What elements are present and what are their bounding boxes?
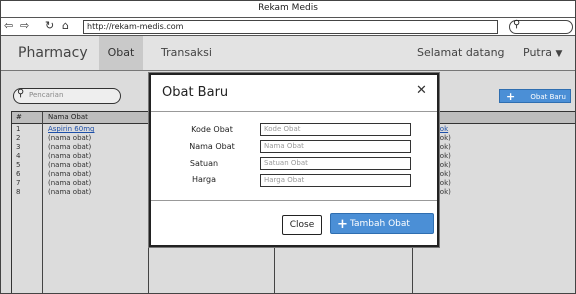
user-menu[interactable]: Putra ▼ bbox=[523, 46, 562, 59]
close-icon[interactable]: ✕ bbox=[416, 83, 427, 98]
url-input[interactable]: http://rekam-medis.com bbox=[83, 20, 498, 34]
plus-icon: + bbox=[506, 90, 516, 103]
user-name: Putra bbox=[523, 46, 552, 59]
row-number: 7 bbox=[16, 179, 21, 187]
title-bar: Rekam Medis bbox=[1, 1, 575, 18]
modal-divider bbox=[151, 200, 437, 201]
field-label-price: Harga bbox=[191, 175, 217, 184]
home-icon[interactable]: ⌂ bbox=[62, 19, 69, 33]
nav-item-obat[interactable]: Obat bbox=[99, 36, 143, 70]
add-medicine-submit-button[interactable]: + Tambah Obat bbox=[330, 213, 434, 234]
close-button[interactable]: Close bbox=[282, 215, 322, 235]
medicine-name: (nama obat) bbox=[48, 134, 92, 142]
address-row: ⇦ ⇨ ↻ ⌂ http://rekam-medis.com ⚲ bbox=[1, 18, 575, 36]
medicine-code-input[interactable]: Kode Obat bbox=[260, 123, 411, 136]
new-medicine-modal: Obat Baru ✕ Kode Obat Kode Obat Nama Oba… bbox=[149, 73, 439, 247]
row-number: 6 bbox=[16, 170, 21, 178]
row-number: 1 bbox=[16, 125, 21, 133]
medicine-name-input[interactable]: Nama Obat bbox=[260, 140, 411, 153]
add-medicine-label: Obat Baru bbox=[530, 93, 566, 101]
back-arrow-icon[interactable]: ⇦ bbox=[4, 19, 13, 33]
medicine-unit-input[interactable]: Satuan Obat bbox=[260, 157, 411, 170]
field-label-code: Kode Obat bbox=[191, 125, 233, 134]
medicine-name: (nama obat) bbox=[48, 161, 92, 169]
browser-window: Rekam Medis ⇦ ⇨ ↻ ⌂ http://rekam-medis.c… bbox=[0, 0, 576, 294]
medicine-name-link[interactable]: Aspirin 60mg bbox=[48, 125, 94, 133]
row-number: 4 bbox=[16, 152, 21, 160]
row-number: 8 bbox=[16, 188, 21, 196]
browser-search-input[interactable]: ⚲ bbox=[509, 19, 573, 34]
row-number: 2 bbox=[16, 134, 21, 142]
app-header: Pharmacy Obat Transaksi Selamat datang P… bbox=[1, 36, 575, 71]
reload-icon[interactable]: ↻ bbox=[45, 19, 54, 33]
submit-label: Tambah Obat bbox=[350, 219, 410, 229]
column-header-name: Nama Obat bbox=[48, 113, 88, 121]
plus-icon: + bbox=[337, 217, 348, 232]
medicine-name: (nama obat) bbox=[48, 179, 92, 187]
row-number: 5 bbox=[16, 161, 21, 169]
search-placeholder: Pencarian bbox=[29, 91, 64, 99]
medicine-price-input[interactable]: Harga Obat bbox=[260, 174, 411, 187]
window-title: Rekam Medis bbox=[258, 3, 318, 13]
search-icon: ⚲ bbox=[17, 88, 25, 99]
nav-item-transaksi[interactable]: Transaksi bbox=[161, 46, 212, 59]
welcome-text: Selamat datang bbox=[417, 46, 505, 59]
row-number: 3 bbox=[16, 143, 21, 151]
field-label-unit: Satuan bbox=[189, 159, 219, 168]
brand-logo[interactable]: Pharmacy bbox=[18, 45, 88, 61]
search-icon: ⚲ bbox=[513, 19, 521, 30]
medicine-name: (nama obat) bbox=[48, 170, 92, 178]
forward-arrow-icon[interactable]: ⇨ bbox=[20, 19, 29, 33]
modal-title: Obat Baru bbox=[162, 85, 229, 100]
add-medicine-button[interactable]: + Obat Baru bbox=[499, 89, 571, 103]
column-header-number: # bbox=[16, 113, 22, 121]
search-input[interactable]: ⚲ Pencarian bbox=[13, 88, 121, 104]
medicine-name: (nama obat) bbox=[48, 188, 92, 196]
medicine-name: (nama obat) bbox=[48, 152, 92, 160]
field-label-name: Nama Obat bbox=[189, 142, 235, 151]
medicine-name: (nama obat) bbox=[48, 143, 92, 151]
chevron-down-icon: ▼ bbox=[555, 49, 563, 59]
modal-header: Obat Baru ✕ bbox=[151, 75, 437, 112]
